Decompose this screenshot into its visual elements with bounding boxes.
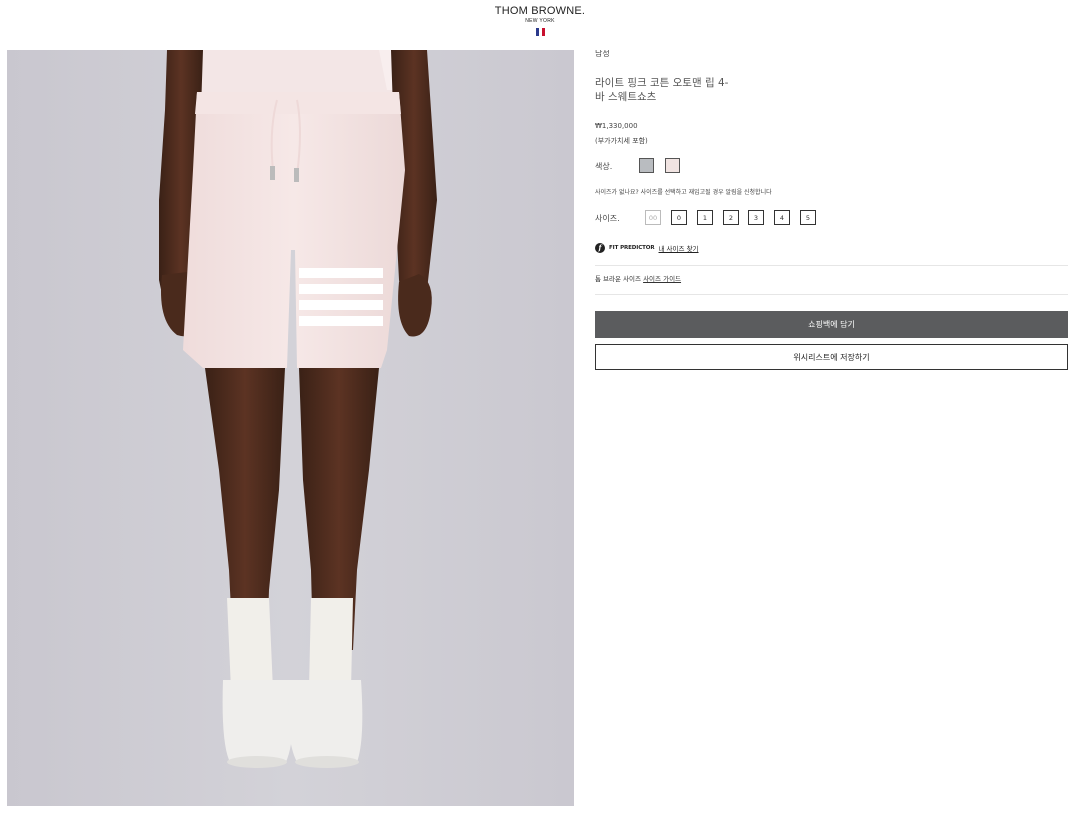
size-notice: 사이즈가 없나요? 사이즈를 선택하고 재입고될 경우 알림을 신청합니다	[595, 189, 772, 196]
divider	[595, 294, 1068, 295]
product-price: ₩1,330,000	[595, 122, 638, 130]
brand-name: THOM BROWNE.	[494, 5, 586, 17]
tax-note: (부가가치세 포함)	[595, 137, 648, 145]
color-label: 색상.	[595, 162, 613, 171]
size-option-4[interactable]: 4	[774, 210, 790, 225]
color-swatch-light-grey[interactable]	[639, 158, 654, 173]
site-header: THOM BROWNE. NEW YORK	[0, 0, 1080, 50]
tricolor-flag-icon	[535, 28, 545, 36]
color-swatch-light-pink[interactable]	[665, 158, 680, 173]
add-to-wishlist-button[interactable]: 위시리스트에 저장하기	[595, 344, 1068, 370]
divider	[595, 265, 1068, 266]
size-guide-row: 톰 브라운 사이즈 사이즈 가이드	[595, 273, 681, 283]
size-option-1[interactable]: 1	[697, 210, 713, 225]
size-guide-link[interactable]: 사이즈 가이드	[643, 275, 681, 283]
size-option-5[interactable]: 5	[800, 210, 816, 225]
product-title: 라이트 핑크 코튼 오토맨 립 4- 바 스웨트쇼츠	[595, 76, 755, 104]
product-photo-shorts-icon	[7, 50, 574, 806]
flag-stripe	[541, 28, 545, 36]
size-label: 사이즈.	[595, 214, 620, 223]
fit-predictor-brand: FIT PREDICTOR	[609, 245, 655, 251]
product-image[interactable]	[7, 50, 574, 806]
size-guide-prefix: 톰 브라운 사이즈	[595, 275, 641, 283]
product-title-line-1: 라이트 핑크 코튼 오토맨 립 4-	[595, 77, 729, 89]
size-option-00[interactable]: 00	[645, 210, 661, 225]
brand-subtitle: NEW YORK	[525, 18, 555, 24]
size-option-0[interactable]: 0	[671, 210, 687, 225]
size-option-3[interactable]: 3	[748, 210, 764, 225]
brand-logo[interactable]: THOM BROWNE. NEW YORK	[0, 4, 1080, 36]
find-my-size-link[interactable]: 내 사이즈 찾기	[659, 243, 699, 253]
add-to-bag-button[interactable]: 쇼핑백에 담기	[595, 311, 1068, 338]
size-option-2[interactable]: 2	[723, 210, 739, 225]
product-title-line-2: 바 스웨트쇼츠	[595, 91, 657, 103]
fit-predictor-icon: f	[595, 243, 605, 253]
fit-predictor: f FIT PREDICTOR 내 사이즈 찾기	[595, 243, 699, 253]
